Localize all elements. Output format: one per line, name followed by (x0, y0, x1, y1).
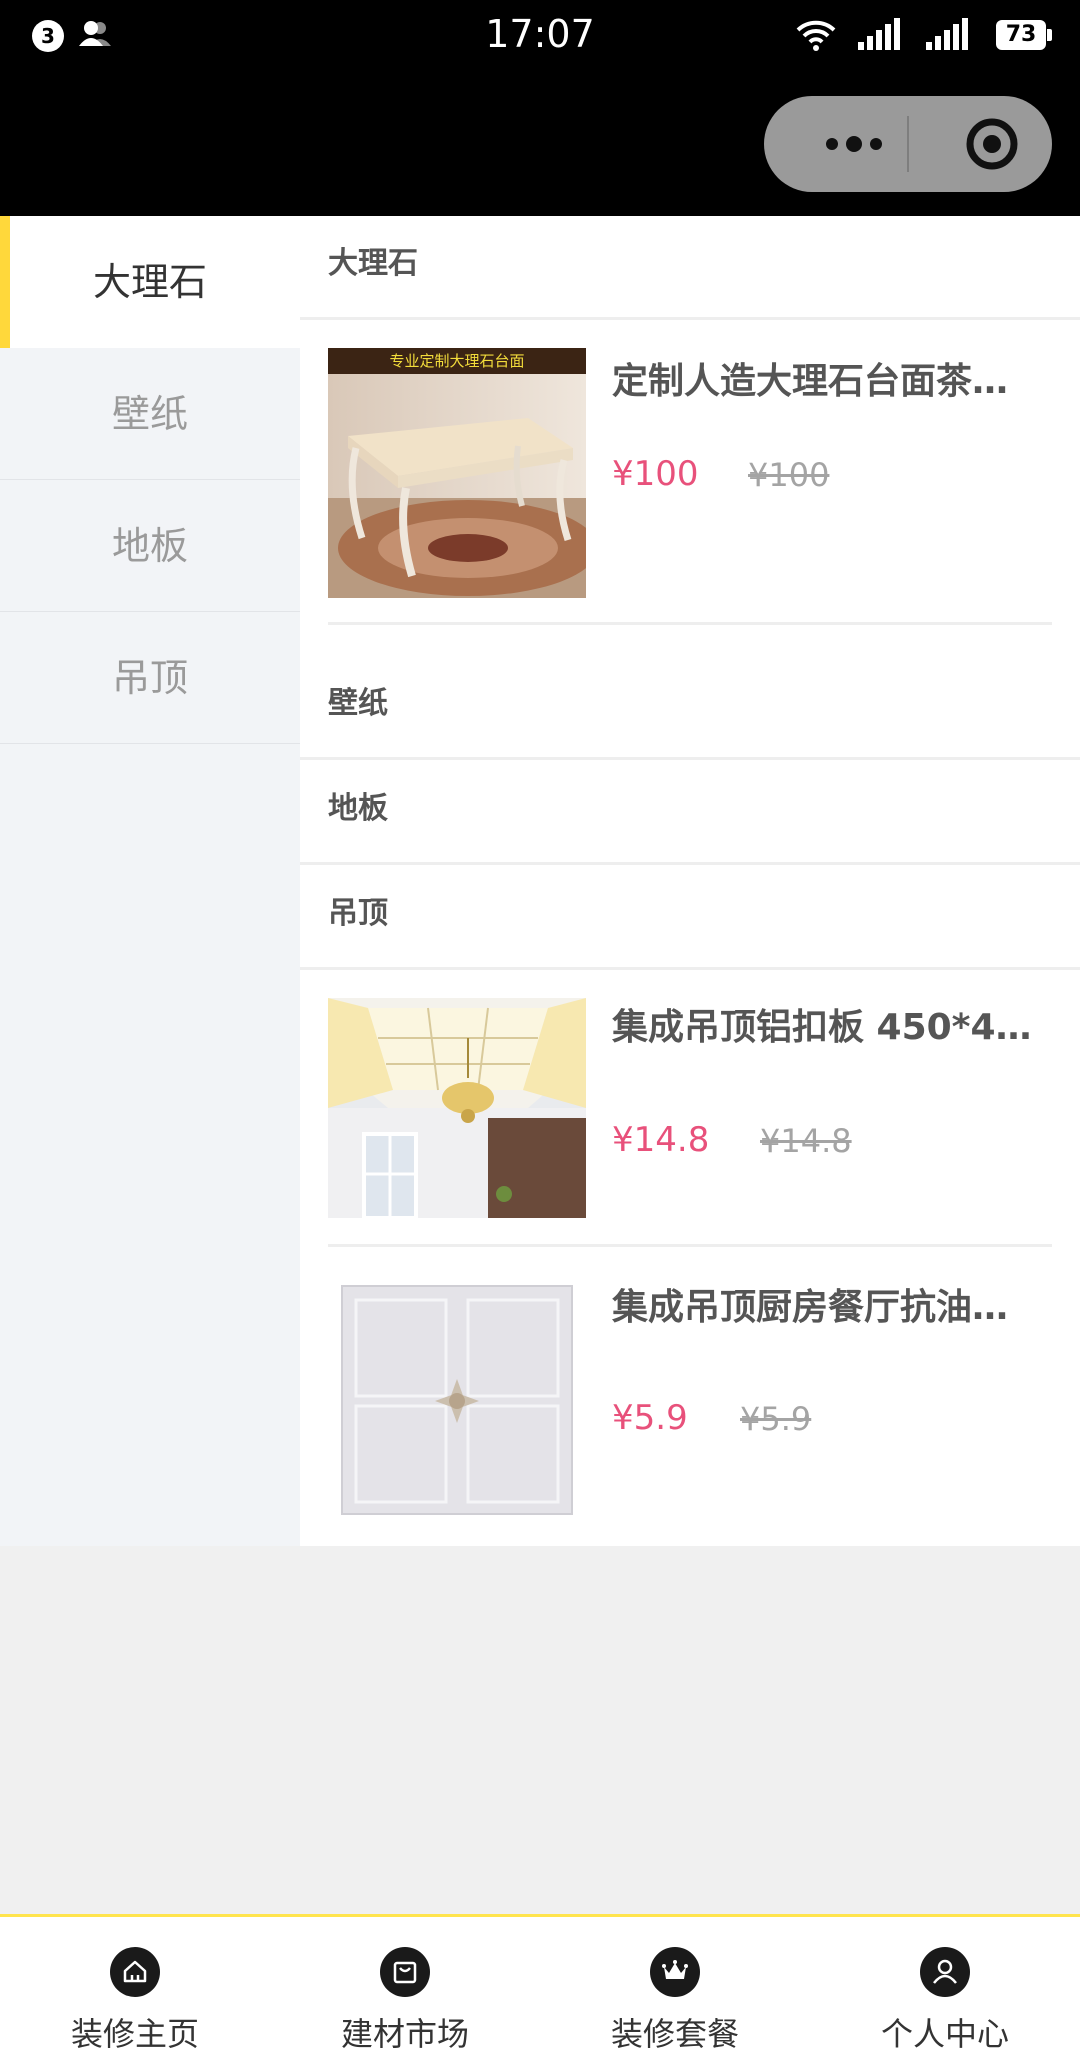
section-title-flooring: 地板 (300, 761, 1080, 865)
tab-home[interactable]: 装修主页 (0, 1917, 270, 2060)
tab-label: 个人中心 (880, 2015, 1009, 2053)
product-price: ¥100 (612, 454, 699, 494)
product-price: ¥5.9 (612, 1398, 688, 1438)
product-image-marble-table[interactable]: 专业定制大理石台面 (328, 348, 586, 598)
shopping-bag-icon (380, 1947, 430, 1997)
wifi-icon (796, 18, 836, 56)
product-title[interactable]: 集成吊顶铝扣板 450*4… (612, 998, 1052, 1050)
category-sidebar: 大理石 壁纸 地板 吊顶 (0, 216, 300, 1546)
product-image-ceiling-panel[interactable] (328, 1278, 586, 1518)
sidebar-item-wallpaper[interactable]: 壁纸 (0, 348, 300, 480)
product-card[interactable]: 专业定制大理石台面 定制人造大理石台面茶… ¥100 ¥100 (328, 348, 1052, 606)
product-image-caption: 专业定制大理石台面 (389, 352, 525, 370)
product-card[interactable]: 集成吊顶厨房餐厅抗油… ¥5.9 ¥5.9 (328, 1278, 1052, 1518)
tab-label: 装修主页 (70, 2015, 199, 2053)
mini-program-capsule (764, 96, 1052, 192)
tab-label: 建材市场 (340, 2015, 469, 2053)
tab-label: 装修套餐 (610, 2015, 739, 2053)
signal-icon-2 (924, 18, 974, 56)
close-miniprogram-icon[interactable] (952, 96, 1052, 192)
product-title[interactable]: 集成吊顶厨房餐厅抗油… (612, 1278, 1052, 1330)
divider (328, 1244, 1052, 1247)
product-price: ¥14.8 (612, 1120, 710, 1160)
product-original-price: ¥100 (748, 456, 830, 494)
tab-packages[interactable]: 装修套餐 (540, 1917, 810, 2060)
contacts-icon (76, 18, 120, 54)
tab-market[interactable]: 建材市场 (270, 1917, 540, 2060)
user-icon (920, 1947, 970, 1997)
product-original-price: ¥14.8 (760, 1122, 852, 1160)
product-list: 大理石 专业定制大理石台面 定制人造大理石台面茶… ¥100 ¥100 壁纸 地… (300, 216, 1080, 1546)
section-title-wallpaper: 壁纸 (300, 656, 1080, 760)
product-original-price: ¥5.9 (740, 1400, 812, 1438)
product-image-ceiling-room[interactable] (328, 998, 586, 1218)
crown-icon (650, 1947, 700, 1997)
section-title-ceiling: 吊顶 (300, 866, 1080, 970)
top-bar: 3 17:07 73 (0, 0, 1080, 216)
battery-indicator: 73 (996, 20, 1052, 50)
more-options-icon[interactable] (804, 96, 904, 192)
home-icon (110, 1947, 160, 1997)
capsule-divider (907, 116, 909, 172)
notification-badge: 3 (32, 20, 64, 52)
sidebar-item-flooring[interactable]: 地板 (0, 480, 300, 612)
product-title[interactable]: 定制人造大理石台面茶… (612, 352, 1052, 404)
sidebar-item-marble[interactable]: 大理石 (0, 216, 300, 348)
status-time: 17:07 (485, 12, 595, 56)
section-title-marble: 大理石 (300, 216, 1080, 320)
bottom-tab-bar: 装修主页 建材市场 装修套餐 个人中心 (0, 1914, 1080, 2060)
tab-profile[interactable]: 个人中心 (810, 1917, 1080, 2060)
signal-icon (856, 18, 906, 56)
sidebar-item-ceiling[interactable]: 吊顶 (0, 612, 300, 744)
product-card[interactable]: 集成吊顶铝扣板 450*4… ¥14.8 ¥14.8 (328, 998, 1052, 1220)
divider (328, 622, 1052, 625)
status-bar: 3 17:07 73 (0, 0, 1080, 72)
